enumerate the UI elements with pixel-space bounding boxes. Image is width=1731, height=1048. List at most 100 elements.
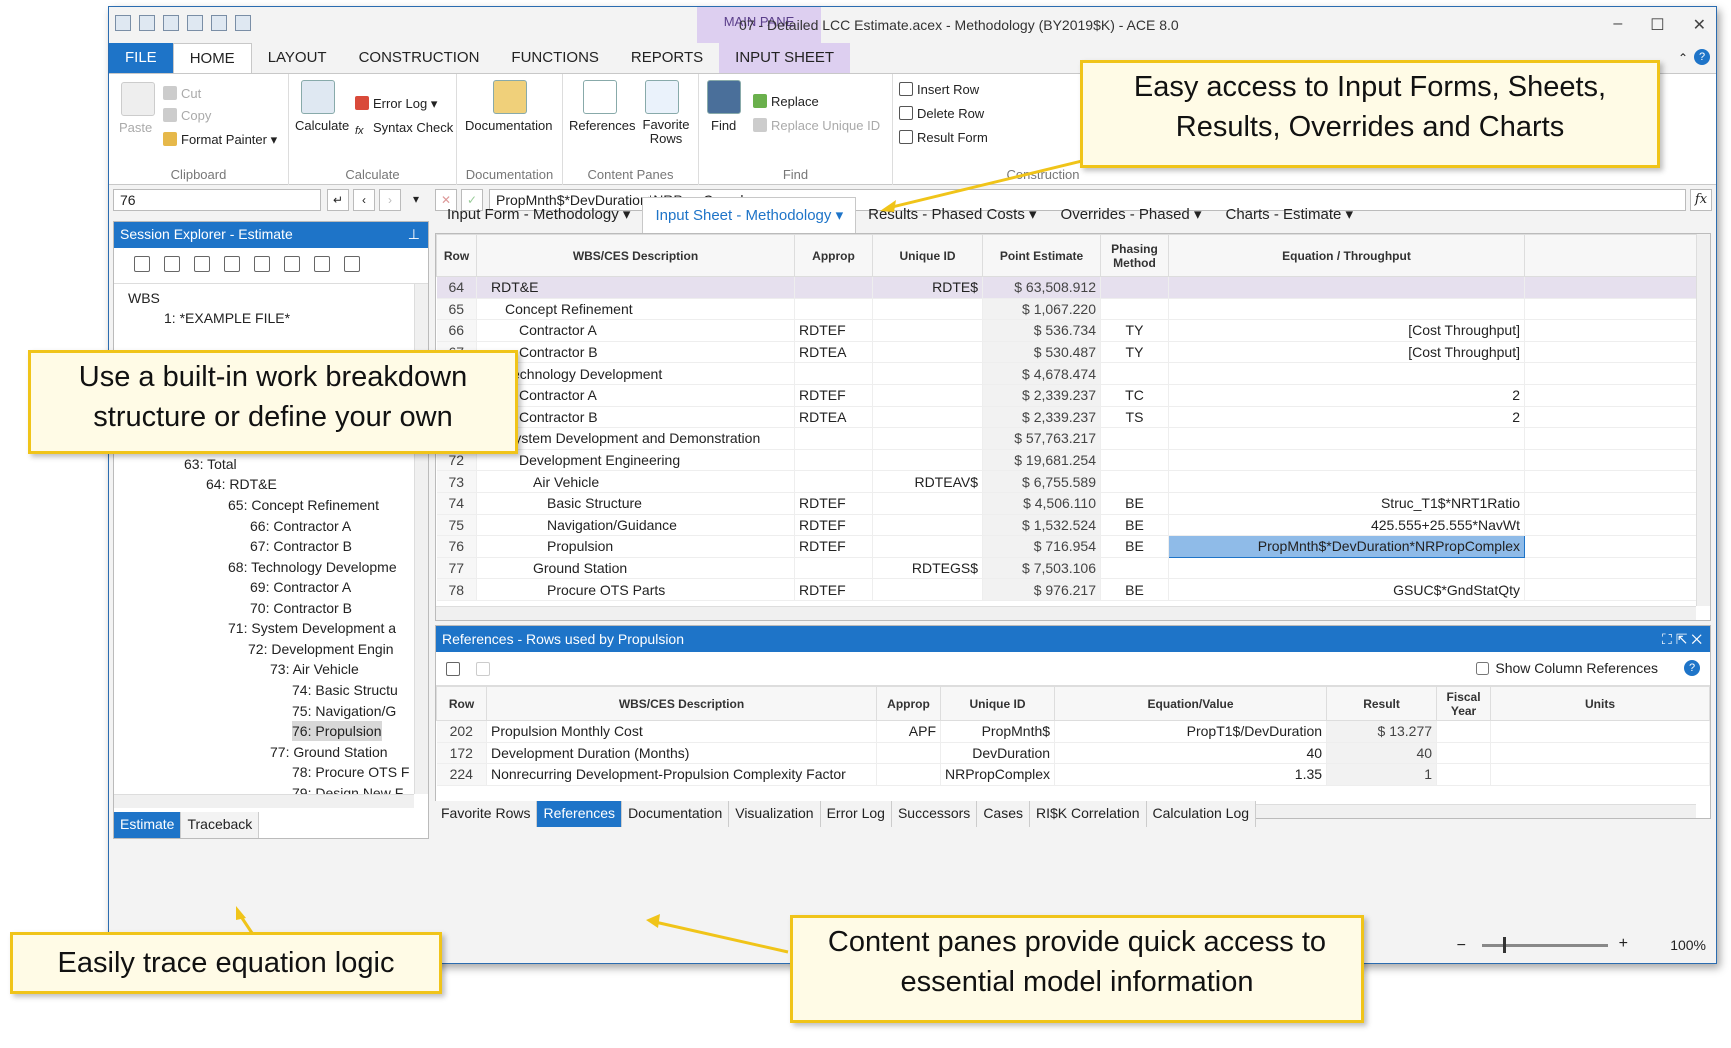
grid-cell[interactable]: [794, 427, 873, 450]
close-icon[interactable]: ✕: [1693, 15, 1706, 35]
table-row[interactable]: 70Contractor BRDTEA$ 2,339.237TS2: [436, 406, 1710, 429]
favorite-rows-button[interactable]: Favorite Rows: [641, 118, 691, 146]
grid-cell[interactable]: [Cost Throughput]: [1168, 341, 1525, 364]
back-icon[interactable]: ‹: [353, 189, 375, 211]
ref-cell[interactable]: 202: [436, 720, 487, 743]
grid-cell[interactable]: [872, 578, 983, 601]
ref-cell[interactable]: [1436, 763, 1492, 786]
column-header[interactable]: WBS/CES Description: [476, 234, 795, 277]
tab-overrides[interactable]: Overrides - Phased ▾: [1049, 197, 1214, 233]
grid-cell[interactable]: 2: [1168, 384, 1525, 407]
ref-cell[interactable]: APF: [876, 720, 941, 743]
edit-icon[interactable]: [446, 662, 460, 676]
collapse-icon[interactable]: [284, 256, 300, 272]
grid-cell[interactable]: [794, 470, 873, 493]
grid-cell[interactable]: 73: [436, 470, 477, 493]
replace-button[interactable]: Replace: [753, 94, 819, 109]
grid-cell[interactable]: 75: [436, 514, 477, 537]
grid-cell[interactable]: RDTEF: [794, 384, 873, 407]
show-column-references[interactable]: Show Column References: [1476, 660, 1658, 676]
grid-cell[interactable]: Technology Development: [476, 362, 795, 385]
grid-cell[interactable]: RDTEGS$: [872, 557, 983, 580]
tab-layout[interactable]: LAYOUT: [252, 43, 343, 73]
table-row[interactable]: 78 Procure OTS Parts RDTEF $ 976.217 BE GSUC$…: [436, 578, 1710, 601]
grid-cell[interactable]: Propulsion: [476, 535, 795, 558]
grid-cell[interactable]: [872, 427, 983, 450]
minimize-icon[interactable]: –: [1613, 15, 1622, 35]
move-icon[interactable]: [224, 256, 240, 272]
ref-cell[interactable]: 1.35: [1054, 763, 1328, 786]
table-row[interactable]: 172 Development Duration (Months) DevDurat…: [436, 742, 1710, 765]
grid-cell[interactable]: $ 536.734: [982, 319, 1101, 342]
tab-input-form[interactable]: Input Form - Methodology ▾: [435, 197, 642, 233]
content-tab[interactable]: RI$K Correlation: [1030, 801, 1147, 827]
help-icon[interactable]: ?: [1694, 49, 1710, 65]
grid-cell[interactable]: [1168, 298, 1525, 321]
grid-cell[interactable]: TY: [1100, 319, 1169, 342]
copy-button[interactable]: Copy: [163, 108, 211, 123]
content-tab[interactable]: Visualization: [729, 801, 821, 827]
error-log-button[interactable]: Error Log ▾: [355, 96, 437, 112]
syntax-check-button[interactable]: fx Syntax Check: [355, 120, 453, 139]
grid-cell[interactable]: [872, 362, 983, 385]
calculator-icon[interactable]: [163, 15, 179, 31]
tree-node[interactable]: 71: System Development a: [228, 618, 396, 638]
grid-cell[interactable]: System Development and Demonstration: [476, 427, 795, 450]
grid-cell[interactable]: [1100, 449, 1169, 472]
replace-unique-id-button[interactable]: Replace Unique ID: [753, 118, 880, 133]
ref-cell[interactable]: [1490, 720, 1710, 743]
content-tab[interactable]: References: [537, 801, 623, 827]
folder-icon[interactable]: [187, 15, 203, 31]
grid-cell[interactable]: [1168, 362, 1525, 385]
ref-cell[interactable]: 40: [1054, 742, 1328, 765]
tree-node[interactable]: 65: Concept Refinement: [228, 495, 379, 515]
tab-home[interactable]: HOME: [172, 43, 252, 73]
column-header[interactable]: Units: [1490, 686, 1710, 721]
ref-cell[interactable]: [1490, 742, 1710, 765]
grid-cell[interactable]: RDTE$: [872, 276, 983, 299]
grid-cell[interactable]: $ 976.217: [982, 578, 1101, 601]
grid-horizontal-scrollbar[interactable]: [436, 606, 1696, 620]
documentation-button[interactable]: Documentation: [465, 118, 552, 133]
grid-cell[interactable]: RDT&E: [476, 276, 795, 299]
grid-cell[interactable]: $ 2,339.237: [982, 406, 1101, 429]
grid-cell[interactable]: [1168, 427, 1525, 450]
ref-cell[interactable]: PropT1$/DevDuration: [1054, 720, 1328, 743]
calculate-button[interactable]: Calculate: [295, 118, 349, 133]
grid-cell[interactable]: [872, 514, 983, 537]
app-icon[interactable]: [115, 15, 131, 31]
delete-row-button[interactable]: Delete Row: [899, 106, 984, 121]
table-row[interactable]: 77 Ground Station RDTEGS$ $ 7,503.106: [436, 557, 1710, 580]
tree-node[interactable]: 78: Procure OTS F: [292, 762, 409, 782]
grid-cell[interactable]: 425.555+25.555*NavWt: [1168, 514, 1525, 537]
zoom-out-icon[interactable]: −: [1457, 937, 1466, 955]
grid-cell[interactable]: RDTEAV$: [872, 470, 983, 493]
table-row[interactable]: 68Technology Development$ 4,678.474: [436, 362, 1710, 385]
save-icon[interactable]: [139, 15, 155, 31]
ref-cell[interactable]: 172: [436, 742, 487, 765]
result-form-button[interactable]: Result Form: [899, 130, 988, 145]
tree-node[interactable]: 75: Navigation/G: [292, 701, 396, 721]
grid-cell[interactable]: BE: [1100, 514, 1169, 537]
grid-cell[interactable]: 78: [436, 578, 477, 601]
tree-node[interactable]: 77: Ground Station: [270, 742, 388, 762]
grid-cell[interactable]: Air Vehicle: [476, 470, 795, 493]
content-tab[interactable]: Successors: [891, 801, 978, 827]
grid-cell[interactable]: [794, 557, 873, 580]
grid-icon[interactable]: [476, 662, 490, 676]
tree-node[interactable]: 73: Air Vehicle: [270, 659, 359, 679]
grid-cell[interactable]: [1168, 449, 1525, 472]
grid-cell[interactable]: RDTEA: [794, 406, 873, 429]
redo-icon[interactable]: [235, 15, 251, 31]
collapse-ribbon-icon[interactable]: ⌃: [1678, 51, 1688, 65]
tree-node[interactable]: 69: Contractor A: [250, 577, 351, 597]
table-row[interactable]: 69Contractor ARDTEF$ 2,339.237TC2: [436, 384, 1710, 407]
tree-node[interactable]: 67: Contractor B: [250, 536, 352, 556]
content-tab[interactable]: Calculation Log: [1146, 801, 1257, 827]
tree-node[interactable]: 74: Basic Structu: [292, 680, 398, 700]
grid-cell[interactable]: 66: [436, 319, 477, 342]
grid-cell[interactable]: [872, 492, 983, 515]
ref-cell[interactable]: [876, 763, 941, 786]
grid-cell[interactable]: [872, 449, 983, 472]
table-row[interactable]: 74 Basic Structure RDTEF $ 4,506.110 BE Struc…: [436, 492, 1710, 515]
